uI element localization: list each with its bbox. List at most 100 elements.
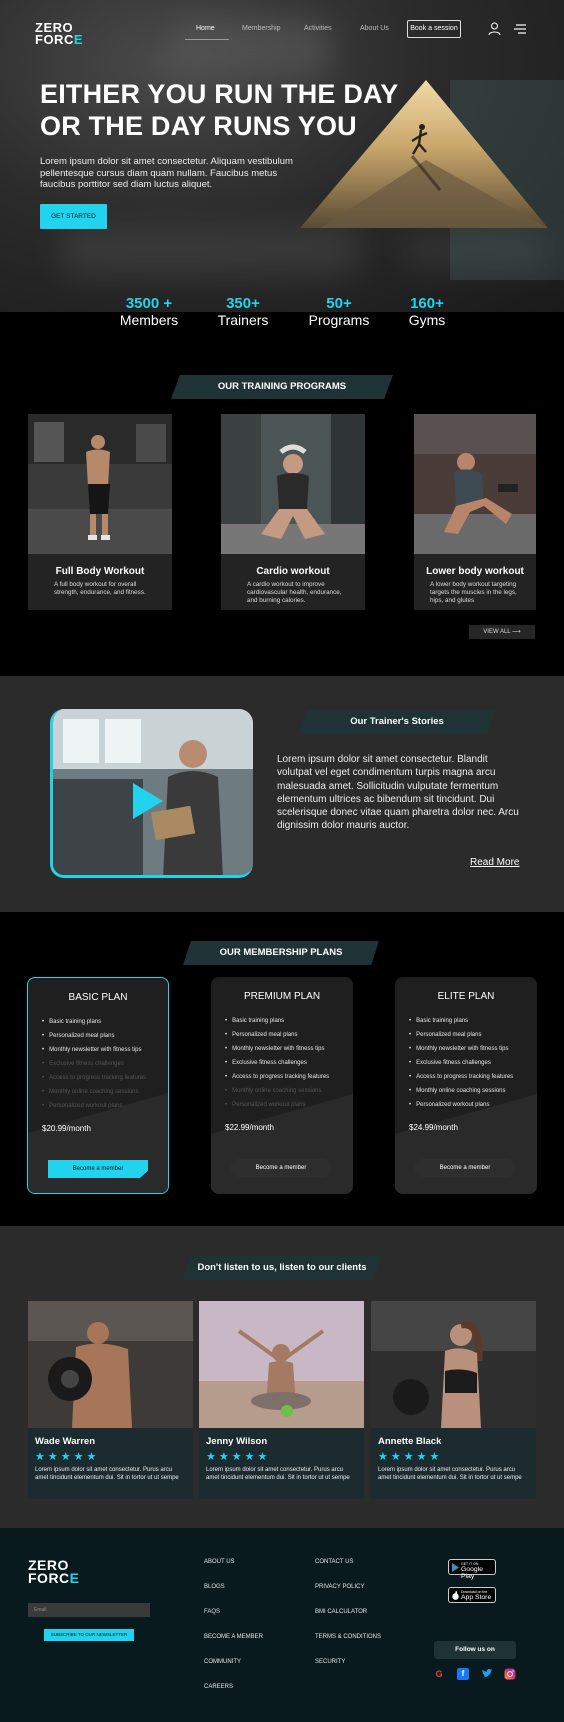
footer-link-faqs[interactable]: FAQS	[204, 1609, 220, 1615]
plan-feature: Monthly newsletter with fitness tips	[225, 1042, 329, 1056]
program-card-full-body[interactable]: Full Body Workout A full body workout fo…	[28, 414, 172, 610]
plan-feature: Basic training plans	[225, 1014, 329, 1028]
google-play-icon	[452, 1563, 459, 1572]
plan-feature: Monthly newsletter with fitness tips	[42, 1043, 146, 1057]
subscribe-button[interactable]: SUBSCRIBE TO OUR NEWSLETTER	[44, 1629, 134, 1641]
plan-card-basic[interactable]: BASIC PLAN Basic training plans Personal…	[27, 977, 169, 1194]
menu-icon[interactable]	[514, 24, 526, 34]
apple-icon	[452, 1591, 459, 1600]
plan-features: Basic training plans Personalized meal p…	[42, 1015, 146, 1113]
nav-active-underline	[185, 39, 229, 40]
client-name: Jenny Wilson	[206, 1436, 268, 1447]
footer-link-about[interactable]: ABOUT US	[204, 1559, 235, 1565]
testimonial-card: Annette Black ★★★★★ Lorem ipsum dolor si…	[371, 1301, 536, 1499]
nav-about-us[interactable]: About Us	[360, 25, 389, 32]
footer-link-bmi[interactable]: BMI CALCULATOR	[315, 1609, 367, 1615]
follow-us-label: Follow us on	[434, 1641, 516, 1659]
footer-link-privacy[interactable]: PRIVACY POLICY	[315, 1584, 364, 1590]
testimonial-text: Lorem ipsum dolor sit amet consectetur. …	[35, 1467, 179, 1481]
client-photo	[28, 1301, 193, 1428]
program-desc: A full body workout for overall strength…	[54, 581, 146, 596]
testimonials-heading: Don't listen to us, listen to our client…	[183, 1256, 381, 1280]
star-rating-icon: ★★★★★	[35, 1451, 100, 1463]
program-card-body: Lower body workout A lower body workout …	[414, 554, 536, 610]
program-desc: A cardio workout to improve cardiovascul…	[247, 581, 342, 604]
plan-feature: Monthly online coaching sessions	[225, 1084, 329, 1098]
plan-feature: Personalized meal plans	[42, 1029, 146, 1043]
book-session-button[interactable]: Book a session	[407, 20, 461, 38]
plan-price: $22.99/month	[225, 1123, 274, 1132]
become-member-button[interactable]: Become a member	[415, 1159, 515, 1177]
testimonial-text: Lorem ipsum dolor sit amet consectetur. …	[206, 1467, 350, 1481]
program-title: Lower body workout	[426, 566, 524, 577]
plan-feature: Access to progress tracking features	[42, 1071, 146, 1085]
footer-link-community[interactable]: COMMUNITY	[204, 1659, 241, 1665]
program-card-cardio[interactable]: Cardio workout A cardio workout to impro…	[221, 414, 365, 610]
nav-membership[interactable]: Membership	[242, 25, 281, 32]
newsletter-email-input[interactable]: Email	[28, 1603, 150, 1617]
plan-feature: Personalized meal plans	[409, 1028, 513, 1042]
footer-link-contact[interactable]: CONTACT US	[315, 1559, 353, 1565]
become-member-button[interactable]: Become a member	[48, 1160, 148, 1178]
google-play-button[interactable]: GET IT ON Google Play	[448, 1559, 496, 1580]
trainer-image	[53, 709, 253, 875]
plan-feature: Exclusive fitness challenges	[225, 1056, 329, 1070]
plan-feature: Monthly newsletter with fitness tips	[409, 1042, 513, 1056]
footer-link-security[interactable]: SECURITY	[315, 1659, 345, 1665]
testimonial-text: Lorem ipsum dolor sit amet consectetur. …	[378, 1467, 522, 1481]
client-name: Annette Black	[378, 1436, 442, 1447]
footer-link-terms[interactable]: TERMS & CONDITIONS	[315, 1634, 381, 1640]
view-all-button[interactable]: VIEW ALL ⟶	[469, 625, 535, 639]
plan-features: Basic training plans Personalized meal p…	[225, 1014, 329, 1112]
hero-section: ZERO FORCE Home Membership Activities Ab…	[0, 0, 564, 312]
plan-feature: Personalized workout plans	[42, 1099, 146, 1113]
nav-home[interactable]: Home	[196, 25, 215, 32]
program-image-full-body	[28, 414, 172, 554]
program-desc: A lower body workout targeting targets t…	[430, 581, 517, 604]
plan-feature: Personalized workout plans	[409, 1098, 513, 1112]
trainer-video[interactable]	[50, 709, 253, 878]
trainer-story-text: Lorem ipsum dolor sit amet consectetur. …	[277, 754, 519, 832]
arrow-right-icon: ⟶	[512, 629, 521, 635]
plan-feature: Personalized workout plans	[225, 1098, 329, 1112]
plan-feature: Basic training plans	[409, 1014, 513, 1028]
get-started-button[interactable]: GET STARTED	[40, 204, 107, 229]
plan-feature: Basic training plans	[42, 1015, 146, 1029]
footer-logo[interactable]: ZERO FORCE	[28, 1558, 80, 1585]
twitter-icon[interactable]	[481, 1668, 493, 1680]
footer-link-become-member[interactable]: BECOME A MEMBER	[204, 1634, 263, 1640]
google-icon[interactable]: G	[433, 1668, 445, 1680]
nav-activities[interactable]: Activities	[304, 25, 332, 32]
plan-feature: Exclusive fitness challenges	[409, 1056, 513, 1070]
plan-card-elite[interactable]: ELITE PLAN Basic training plans Personal…	[395, 977, 537, 1194]
read-more-link[interactable]: Read More	[470, 857, 519, 868]
app-store-button[interactable]: Download on the App Store	[448, 1587, 496, 1603]
plan-price: $24.99/month	[409, 1123, 458, 1132]
plan-name: PREMIUM PLAN	[243, 991, 321, 1002]
program-title: Cardio workout	[256, 566, 330, 577]
program-card-body: Cardio workout A cardio workout to impro…	[221, 554, 365, 610]
plan-feature: Monthly online coaching sessions	[42, 1085, 146, 1099]
footer-link-careers[interactable]: CAREERS	[204, 1684, 233, 1690]
star-rating-icon: ★★★★★	[206, 1451, 271, 1463]
testimonial-card: Jenny Wilson ★★★★★ Lorem ipsum dolor sit…	[199, 1301, 364, 1499]
plan-feature: Monthly online coaching sessions	[409, 1084, 513, 1098]
plan-name: BASIC PLAN	[68, 992, 128, 1003]
user-icon[interactable]	[488, 22, 501, 36]
become-member-button[interactable]: Become a member	[231, 1159, 331, 1177]
plan-card-premium[interactable]: PREMIUM PLAN Basic training plans Person…	[211, 977, 353, 1194]
membership-heading: OUR MEMBERSHIP PLANS	[183, 941, 379, 965]
plan-price: $20.99/month	[42, 1124, 91, 1133]
program-card-lower-body[interactable]: Lower body workout A lower body workout …	[414, 414, 536, 610]
footer-link-blogs[interactable]: BLOGS	[204, 1584, 225, 1590]
trainer-heading: Our Trainer's Stories	[299, 710, 495, 734]
instagram-icon[interactable]	[504, 1668, 516, 1680]
program-image-lower-body	[414, 414, 536, 554]
facebook-icon[interactable]: f	[457, 1668, 469, 1680]
program-title: Full Body Workout	[55, 566, 145, 577]
client-photo	[371, 1301, 536, 1428]
stat-programs: 50+ Programs	[308, 295, 370, 329]
plan-feature: Personalized meal plans	[225, 1028, 329, 1042]
testimonial-card: Wade Warren ★★★★★ Lorem ipsum dolor sit …	[28, 1301, 193, 1499]
stat-members: 3500 + Members	[119, 295, 179, 329]
